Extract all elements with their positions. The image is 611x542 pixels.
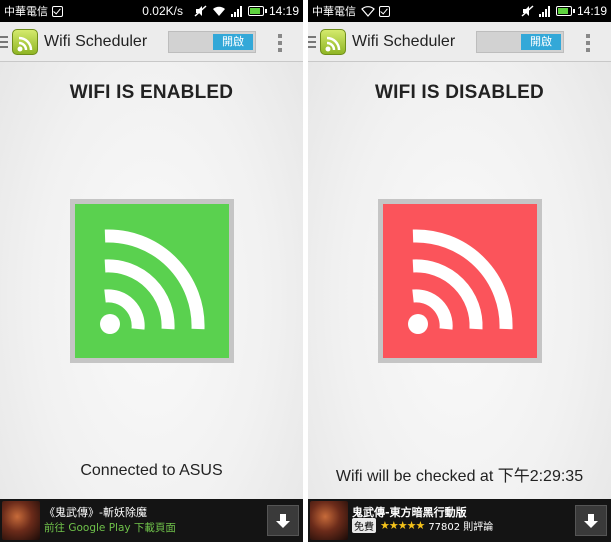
left-phone-screen: 中華電信 0.02K/s 14:19 Wifi Scheduler 開啟 WIF… xyxy=(0,0,303,542)
drawer-icon[interactable] xyxy=(308,35,316,48)
mute-icon xyxy=(521,5,534,17)
wifi-app-icon[interactable] xyxy=(320,28,346,55)
overflow-menu-icon[interactable] xyxy=(586,34,590,52)
wifi-status-tile[interactable] xyxy=(70,199,234,363)
wifi-status-title: WIFI IS ENABLED xyxy=(69,82,234,103)
download-button[interactable] xyxy=(267,505,299,536)
ad-thumbnail xyxy=(2,501,40,540)
wifi-status-title: WIFI IS DISABLED xyxy=(375,82,544,103)
toggle-on-label: 開啟 xyxy=(521,34,561,50)
status-bar: 中華電信 14:19 xyxy=(308,0,611,22)
carrier-label: 中華電信 xyxy=(4,5,48,18)
wifi-signal-icon xyxy=(408,229,513,334)
wifi-outline-icon xyxy=(361,5,375,17)
wifi-scheduler-toggle[interactable]: 開啟 xyxy=(168,31,256,53)
clock: 14:19 xyxy=(268,4,299,18)
overflow-menu-icon[interactable] xyxy=(278,34,282,52)
app-title: Wifi Scheduler xyxy=(44,32,148,50)
status-message: Wifi will be checked at 下午2:29:35 xyxy=(335,468,584,485)
toggle-on-label: 開啟 xyxy=(213,34,253,50)
mute-icon xyxy=(194,5,207,17)
battery-icon xyxy=(247,6,267,16)
status-message: Connected to ASUS xyxy=(80,462,223,479)
action-bar: Wifi Scheduler 開啟 xyxy=(308,22,611,62)
download-icon xyxy=(584,513,598,528)
signal-bars-icon xyxy=(230,5,242,17)
battery-icon xyxy=(555,6,575,16)
wifi-status-tile[interactable] xyxy=(378,199,542,363)
wifi-app-icon[interactable] xyxy=(12,28,38,55)
check-icon xyxy=(52,5,63,17)
network-speed: 0.02K/s xyxy=(142,4,183,18)
wifi-status-icon xyxy=(212,6,225,16)
free-badge: 免費 xyxy=(352,518,376,533)
download-icon xyxy=(276,513,290,528)
ad-thumbnail xyxy=(310,501,348,540)
rating-stars: ★★★★★ xyxy=(380,519,425,532)
check-icon xyxy=(379,5,390,17)
rating-count: 77802 則評論 xyxy=(428,522,494,533)
status-bar: 中華電信 0.02K/s 14:19 xyxy=(0,0,303,22)
app-title: Wifi Scheduler xyxy=(352,32,456,50)
action-bar: Wifi Scheduler 開啟 xyxy=(0,22,303,62)
ad-rating-row: 免費 ★★★★★ 77802 則評論 xyxy=(352,518,493,533)
signal-bars-icon xyxy=(538,5,550,17)
drawer-icon[interactable] xyxy=(0,35,8,48)
download-button[interactable] xyxy=(575,505,607,536)
ad-banner[interactable]: 《鬼武傳》-斬妖除魔 前往 Google Play 下載頁面 xyxy=(0,499,303,542)
ad-banner[interactable]: 鬼武傳-東方暗黑行動版 免費 ★★★★★ 77802 則評論 xyxy=(308,499,611,542)
wifi-signal-icon xyxy=(100,229,205,334)
clock: 14:19 xyxy=(576,4,607,18)
wifi-scheduler-toggle[interactable]: 開啟 xyxy=(476,31,564,53)
ad-title: 《鬼武傳》-斬妖除魔 xyxy=(44,506,147,519)
ad-subtitle: 前往 Google Play 下載頁面 xyxy=(44,522,176,534)
right-phone-screen: 中華電信 14:19 Wifi Scheduler 開啟 WIFI IS DIS… xyxy=(308,0,611,542)
carrier-label: 中華電信 xyxy=(312,5,356,18)
